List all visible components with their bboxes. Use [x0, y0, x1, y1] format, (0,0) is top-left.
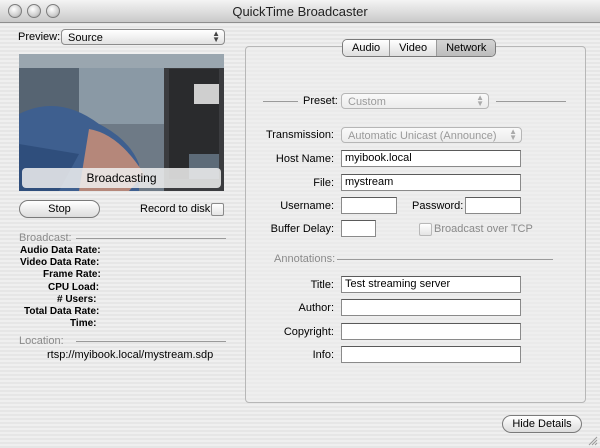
tab-video[interactable]: Video [390, 40, 438, 56]
transmission-label: Transmission: [265, 129, 334, 141]
preview-source-popup[interactable]: Source ▲ ▼ [61, 29, 225, 45]
annotation-info-field[interactable] [341, 346, 521, 363]
preset-value: Custom [348, 96, 386, 108]
frame-rate-label: Frame Rate: [43, 269, 101, 280]
annotation-author-field[interactable] [341, 299, 521, 316]
username-label: Username: [280, 200, 334, 212]
broadcast-heading: Broadcast: [19, 232, 72, 244]
annotation-copyright-field[interactable] [341, 323, 521, 340]
annotation-title-field[interactable]: Test streaming server [341, 276, 521, 293]
file-field[interactable]: mystream [341, 174, 521, 191]
transmission-popup[interactable]: Automatic Unicast (Announce) ▲ ▼ [341, 127, 522, 143]
location-url: rtsp://myibook.local/mystream.sdp [47, 349, 214, 361]
popup-arrows-icon: ▲ ▼ [509, 127, 517, 142]
preview-label: Preview: [18, 31, 61, 43]
password-field[interactable] [465, 197, 521, 214]
transmission-value: Automatic Unicast (Announce) [348, 130, 497, 142]
annotations-heading: Annotations: [274, 253, 336, 265]
location-divider [76, 341, 226, 342]
tab-network[interactable]: Network [437, 40, 496, 56]
preview-source-value: Source [68, 32, 103, 44]
preset-label: Preset: [303, 95, 338, 107]
annotation-author-label: Author: [298, 302, 334, 314]
broadcasting-overlay: Broadcasting [22, 168, 221, 188]
popup-arrows-icon: ▲ ▼ [476, 93, 484, 108]
app-window: QuickTime Broadcaster Preview: Source ▲ ▼… [0, 0, 600, 448]
username-field[interactable] [341, 197, 397, 214]
users-label: # Users: [57, 294, 97, 305]
record-to-disk-checkbox[interactable] [211, 203, 224, 216]
broadcast-over-tcp-checkbox[interactable] [419, 223, 432, 236]
buffer-delay-field[interactable] [341, 220, 376, 237]
hide-details-button[interactable]: Hide Details [502, 415, 582, 433]
preset-divider-left [263, 101, 298, 102]
location-heading: Location: [19, 335, 64, 347]
annotation-info-label: Info: [312, 349, 334, 361]
cpu-load-label: CPU Load: [48, 282, 100, 293]
settings-tabs: Audio Video Network [342, 39, 497, 57]
total-data-rate-label: Total Data Rate: [24, 306, 100, 317]
password-label: Password: [412, 200, 464, 212]
file-label: File: [313, 177, 334, 189]
host-name-label: Host Name: [275, 153, 334, 165]
annotation-copyright-label: Copyright: [283, 326, 334, 338]
window-title: QuickTime Broadcaster [232, 4, 368, 19]
annotation-title-label: Title: [310, 279, 334, 291]
broadcast-divider [76, 238, 226, 239]
video-data-rate-label: Video Data Rate: [20, 257, 100, 268]
audio-data-rate-label: Audio Data Rate: [20, 245, 101, 256]
stop-button[interactable]: Stop [19, 200, 100, 218]
resize-grip-icon[interactable] [586, 434, 598, 446]
host-name-field[interactable]: myibook.local [341, 150, 521, 167]
annotations-divider [337, 259, 553, 260]
preset-divider-right [496, 101, 566, 102]
broadcast-over-tcp-label: Broadcast over TCP [434, 223, 533, 235]
time-label: Time: [70, 318, 97, 329]
video-preview: Broadcasting [19, 54, 224, 191]
buffer-delay-label: Buffer Delay: [270, 223, 334, 235]
title-bar: QuickTime Broadcaster [0, 0, 600, 23]
tab-audio[interactable]: Audio [343, 40, 391, 56]
preset-popup[interactable]: Custom ▲ ▼ [341, 93, 489, 109]
popup-arrows-icon: ▲ ▼ [212, 29, 220, 44]
record-to-disk-label: Record to disk [140, 203, 211, 215]
